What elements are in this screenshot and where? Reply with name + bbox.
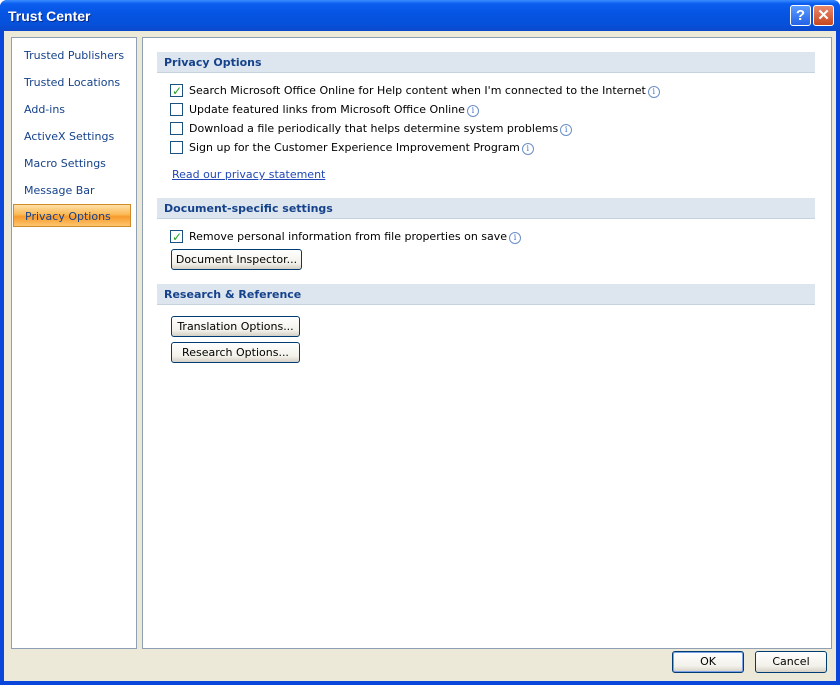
ceip-label: Sign up for the Customer Experience Impr…	[189, 141, 520, 154]
research-options-button[interactable]: Research Options...	[171, 342, 300, 363]
search-online-checkbox[interactable]: ✓	[170, 84, 183, 98]
help-icon: ?	[795, 7, 806, 24]
sidebar-item-macro-settings[interactable]: Macro Settings	[13, 152, 131, 175]
ok-button[interactable]: OK	[672, 651, 744, 673]
featured-links-label: Update featured links from Microsoft Off…	[189, 103, 465, 116]
section-header-document: Document-specific settings	[157, 198, 815, 219]
sidebar-item-trusted-publishers[interactable]: Trusted Publishers	[13, 44, 131, 67]
translation-options-button[interactable]: Translation Options...	[171, 316, 300, 337]
section-header-privacy: Privacy Options	[157, 52, 815, 73]
dialog-client-area: Trusted Publishers Trusted Locations Add…	[4, 31, 836, 681]
trust-center-window: Trust Center ? ✕ Trusted Publishers Trus…	[0, 0, 840, 685]
section-header-research: Research & Reference	[157, 284, 815, 305]
sidebar-item-message-bar[interactable]: Message Bar	[13, 179, 131, 202]
info-icon[interactable]: i	[521, 143, 534, 155]
info-icon[interactable]: i	[466, 105, 479, 117]
close-button[interactable]: ✕	[813, 5, 834, 26]
ceip-checkbox[interactable]	[170, 141, 183, 154]
info-icon[interactable]: i	[560, 124, 573, 136]
remove-info-label: Remove personal information from file pr…	[189, 230, 508, 243]
document-inspector-button[interactable]: Document Inspector...	[171, 249, 302, 270]
download-file-checkbox[interactable]	[170, 122, 183, 135]
info-icon[interactable]: i	[647, 86, 660, 98]
info-icon[interactable]: i	[509, 232, 522, 244]
check-icon: ✓	[172, 230, 183, 244]
title-bar[interactable]: Trust Center ? ✕	[0, 0, 840, 31]
main-panel: Privacy Options ✓ Search Microsoft Offic…	[142, 37, 832, 649]
privacy-statement-link[interactable]: Read our privacy statement	[172, 168, 325, 181]
sidebar: Trusted Publishers Trusted Locations Add…	[11, 37, 137, 649]
remove-info-checkbox[interactable]: ✓	[170, 230, 183, 244]
cancel-button[interactable]: Cancel	[755, 651, 827, 673]
help-button[interactable]: ?	[790, 5, 811, 26]
sidebar-item-add-ins[interactable]: Add-ins	[13, 98, 131, 121]
featured-links-checkbox[interactable]	[170, 103, 183, 116]
sidebar-item-activex-settings[interactable]: ActiveX Settings	[13, 125, 131, 148]
sidebar-item-trusted-locations[interactable]: Trusted Locations	[13, 71, 131, 94]
window-title: Trust Center	[8, 8, 91, 24]
search-online-label: Search Microsoft Office Online for Help …	[189, 84, 646, 97]
check-icon: ✓	[172, 84, 183, 98]
download-file-label: Download a file periodically that helps …	[189, 122, 559, 135]
sidebar-item-privacy-options[interactable]: Privacy Options	[13, 204, 131, 227]
close-icon: ✕	[817, 7, 830, 24]
